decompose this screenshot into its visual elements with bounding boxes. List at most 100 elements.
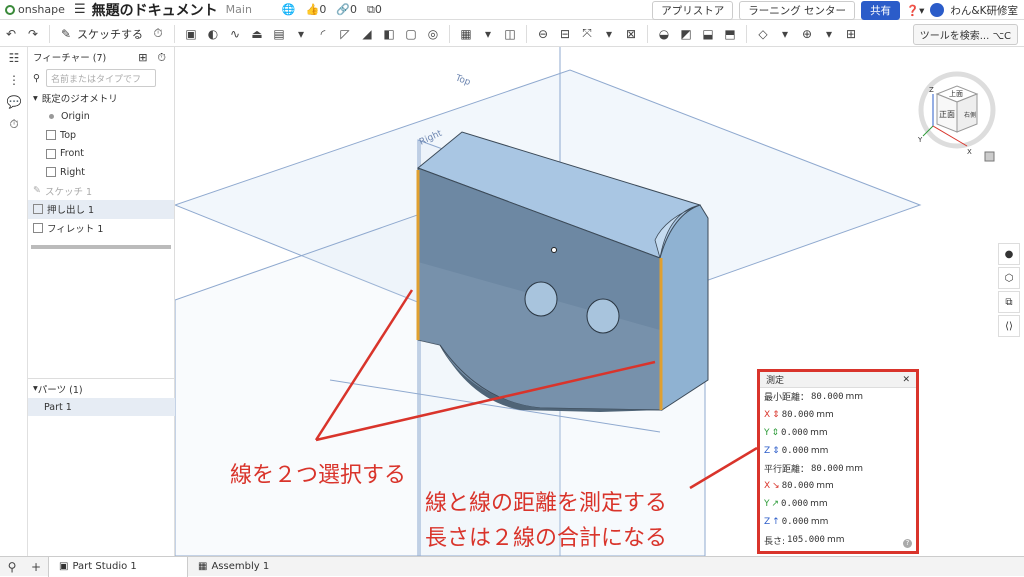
comments-icon[interactable]: 💬 [0,91,28,113]
mirror-icon[interactable]: ◫ [502,26,518,42]
annotation-length-sum: 長さは２線の合計になる [425,526,668,551]
variables-icon[interactable]: ⋮ [0,69,28,91]
tree-item-right[interactable]: Right [28,163,174,182]
plane-icon [46,167,56,178]
tree-item-top[interactable]: Top [28,126,174,145]
help-icon[interactable]: ❓▾ [906,4,924,17]
rollback-timer-icon[interactable]: ⏱ [157,51,166,65]
pattern-icon[interactable]: ▦ [458,26,474,42]
loft-icon[interactable]: ⏏ [249,26,265,42]
sketch-button[interactable]: スケッチする [77,26,143,42]
thicken-icon[interactable]: ▤ [271,26,287,42]
user-name[interactable]: わん&K研修室 [950,3,1018,18]
undo-icon[interactable]: ↶ [3,26,19,42]
app-store-button[interactable]: アプリストア [652,0,734,20]
avatar[interactable] [930,3,945,17]
right-toolbar: ● ⬡ ⧉ ⟨⟩ [998,243,1024,339]
offset-surface-icon[interactable]: ⬒ [722,26,738,42]
onshape-logo[interactable]: onshape [0,3,68,16]
tool-search-button[interactable]: ツールを検索... ⌥C [912,24,1018,45]
feature-filter-input[interactable]: 名前またはタイプでフ [45,69,156,87]
add-folder-icon[interactable]: ⊞ [138,51,147,65]
part-list-item[interactable]: Part 1 [28,398,175,416]
hole-2 [586,298,620,334]
copies-button[interactable]: ⧉0 [367,3,382,17]
sweep-icon[interactable]: ∿ [227,26,243,42]
feature-panel: フィーチャー (7) ⊞ ⏱ ⚲ 名前またはタイプでフ ▾ 既定のジオメトリ O… [28,47,175,556]
tree-item-sketch[interactable]: ✎ スケッチ 1 [28,182,174,201]
top-bar: onshape ☰ 無題のドキュメント Main 🌐 👍0 🔗0 ⧉0 アプリス… [0,0,1024,20]
tree-item-origin[interactable]: Origin [28,108,174,127]
like-button[interactable]: 👍0 [306,3,327,16]
rollback-bar[interactable] [31,245,171,249]
view-tools-icon[interactable]: ⬡ [998,267,1020,289]
split-icon[interactable]: ⊟ [557,26,573,42]
length-row: 長さ: 105.000 mm [760,531,916,549]
extrude-icon[interactable]: ▣ [183,26,199,42]
tree-item-label: Front [60,148,85,160]
section-view-icon[interactable]: ⧉ [998,291,1020,313]
mate-connector-icon[interactable]: ⊕ [799,26,815,42]
transform-dropdown-icon[interactable]: ▾ [601,26,617,42]
document-title[interactable]: 無題のドキュメント [92,0,218,20]
double-arrow-y-icon: ⇕ [771,427,780,438]
fillet-icon[interactable]: ◜ [315,26,331,42]
draft-icon[interactable]: ◢ [359,26,375,42]
thicken-dropdown-icon[interactable]: ▾ [293,26,309,42]
tool-search-shortcut: ⌥C [992,31,1011,42]
measure-panel: 測定 ✕ 最小距離： 80.000 mm X ⇕ 80.000 mm Y ⇕ 0… [757,369,919,554]
feature-list-icon[interactable]: ☷ [0,47,28,69]
history-icon[interactable]: ⏱ [0,113,28,135]
filter-icon[interactable]: ⚲ [33,73,40,84]
default-geometry-group[interactable]: ▾ 既定のジオメトリ [28,89,174,108]
replace-face-icon[interactable]: ⬓ [700,26,716,42]
links-button[interactable]: 🔗0 [336,3,357,16]
tree-item-extrude[interactable]: 押し出し 1 [28,200,174,219]
unit-label: mm [810,427,828,438]
tree-item-fillet[interactable]: フィレット 1 [28,219,174,238]
logo-text: onshape [18,3,65,16]
plane-icon[interactable]: ◇ [755,26,771,42]
move-face-icon[interactable]: ◩ [678,26,694,42]
delete-part-icon[interactable]: ⊠ [623,26,639,42]
pattern-dropdown-icon[interactable]: ▾ [480,26,496,42]
view-cube[interactable]: 上面 正面 右側 Z Y X [915,70,999,166]
measure-icon[interactable]: ⟨⟩ [998,315,1020,337]
origin-icon [49,114,54,120]
menu-icon[interactable]: ☰ [74,2,86,17]
globe-icon[interactable]: 🌐 [282,3,296,16]
redo-icon[interactable]: ↷ [25,26,41,42]
arrow-y-icon: ↗ [771,499,780,510]
add-feature-icon[interactable]: ⊞ [843,26,859,42]
min-x-value: 80.000 [781,409,815,420]
learning-center-button[interactable]: ラーニング センター [739,0,856,20]
hole-icon[interactable]: ◎ [425,26,441,42]
revolve-icon[interactable]: ◐ [205,26,221,42]
tree-item-front[interactable]: Front [28,145,174,164]
rib-icon[interactable]: ◧ [381,26,397,42]
tab-assembly[interactable]: ▦ Assembly 1 [188,557,328,577]
onshape-logo-icon [5,4,15,15]
toolbar-divider [174,24,175,43]
view-cube-graphic: 上面 正面 右側 Z Y X [917,71,996,162]
appearance-icon[interactable]: ● [998,243,1020,265]
chamfer-icon[interactable]: ◸ [337,26,353,42]
svg-text:Y: Y [917,136,923,144]
modify-fillet-icon[interactable]: ◒ [656,26,672,42]
close-icon[interactable]: ✕ [902,375,910,385]
tree-item-label: 押し出し 1 [47,205,95,217]
help-icon[interactable]: ? [903,539,912,548]
tab-part-studio[interactable]: ▣ Part Studio 1 [48,556,188,577]
transform-icon[interactable]: ⤧ [579,26,595,42]
arrow-x-icon: ↘ [772,481,780,492]
sketch-pencil-icon[interactable]: ✎ [58,26,74,42]
add-tab-icon[interactable]: + [24,560,48,574]
mate-dropdown-icon[interactable]: ▾ [821,26,837,42]
tab-manager-icon[interactable]: ⚲ [0,560,24,574]
share-button[interactable]: 共有 [861,0,901,20]
parts-header[interactable]: ▾ パーツ (1) [28,378,175,398]
plane-dropdown-icon[interactable]: ▾ [777,26,793,42]
variable-icon[interactable]: ⏱ [150,26,166,42]
shell-icon[interactable]: ▢ [403,26,419,42]
boolean-icon[interactable]: ⊖ [535,26,551,42]
